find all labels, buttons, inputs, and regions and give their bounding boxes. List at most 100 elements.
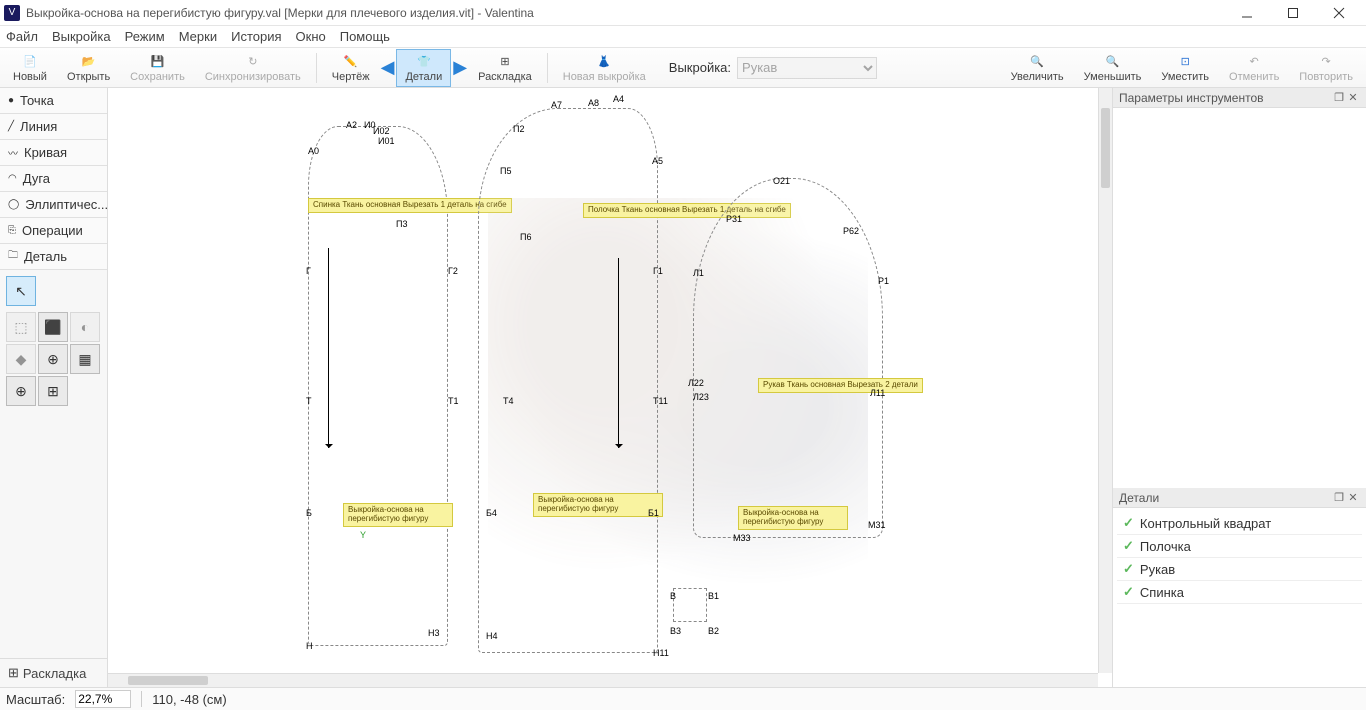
pt-Т: Т <box>306 396 312 406</box>
pt-М31: М31 <box>868 520 886 530</box>
pt-Р1: Р1 <box>878 276 889 286</box>
menu-measures[interactable]: Мерки <box>179 29 217 44</box>
label-desc3: Выкройка-основа на перегибистую фигуру <box>738 506 848 530</box>
maximize-button[interactable] <box>1270 0 1316 26</box>
detail-tool-3[interactable]: ◐ <box>70 312 100 342</box>
detail-item[interactable]: ✓Рукав <box>1117 558 1362 581</box>
horizontal-scrollbar[interactable] <box>108 673 1098 687</box>
properties-panel: Параметры инструментов ❐ ✕ Детали ❐ ✕ ✓К… <box>1112 88 1366 687</box>
undo-button[interactable]: ↶Отменить <box>1220 49 1288 87</box>
arrow-right-icon: ▶ <box>453 57 467 78</box>
detail-item[interactable]: ✓Спинка <box>1117 581 1362 604</box>
pt-Т1: Т1 <box>448 396 459 406</box>
menu-pattern[interactable]: Выкройка <box>52 29 111 44</box>
check-icon: ✓ <box>1123 515 1134 531</box>
scale-label: Масштаб: <box>6 692 65 707</box>
check-icon: ✓ <box>1123 584 1134 600</box>
detail-tool-2[interactable]: ⬛ <box>38 312 68 342</box>
label-rukav: Рукав Ткань основная Вырезать 2 детали <box>758 378 923 393</box>
sync-button[interactable]: ↻Синхронизировать <box>196 49 310 87</box>
new-button[interactable]: 📄Новый <box>4 49 56 87</box>
cat-detail[interactable]: 🗀Деталь <box>0 244 107 270</box>
pt-А4: А4 <box>613 94 624 104</box>
dock-close-button[interactable]: ✕ <box>1346 491 1360 504</box>
separator <box>547 53 548 83</box>
close-button[interactable] <box>1316 0 1362 26</box>
detail-tool-1[interactable]: ⬚ <box>6 312 36 342</box>
pattern-selector: Выкройка: Рукав <box>669 57 877 79</box>
detail-item[interactable]: ✓Полочка <box>1117 535 1362 558</box>
minimize-button[interactable] <box>1224 0 1270 26</box>
layout-link[interactable]: ⊞Раскладка <box>0 658 107 687</box>
pt-Н3: Н3 <box>428 628 440 638</box>
menu-history[interactable]: История <box>231 29 281 44</box>
zoom-fit-button[interactable]: ⊡Уместить <box>1152 49 1218 87</box>
details-mode-button[interactable]: 👕Детали <box>396 49 451 87</box>
detail-tool-5[interactable]: ⊕ <box>38 344 68 374</box>
detail-item[interactable]: ✓Контрольный квадрат <box>1117 512 1362 535</box>
pt-П5: П5 <box>500 166 511 176</box>
scroll-thumb[interactable] <box>1101 108 1110 188</box>
pointer-tool[interactable]: ↖ <box>6 276 36 306</box>
scale-input[interactable] <box>75 690 131 708</box>
pt-Р31: Р31 <box>726 214 742 224</box>
layout-mode-button[interactable]: ⊞Раскладка <box>469 49 541 87</box>
open-button[interactable]: 📂Открыть <box>58 49 119 87</box>
zoom-out-icon: 🔍 <box>1106 53 1120 71</box>
detail-tool-7[interactable]: ⊕ <box>6 376 36 406</box>
pattern-piece-square <box>673 588 707 622</box>
dock-close-button[interactable]: ✕ <box>1346 91 1360 104</box>
window-title: Выкройка-основа на перегибистую фигуру.v… <box>26 6 1224 20</box>
drawing-canvas[interactable]: Спинка Ткань основная Вырезать 1 деталь … <box>108 88 1098 673</box>
detail-tool-8[interactable]: ⊞ <box>38 376 68 406</box>
detail-tool-4[interactable]: ◆ <box>6 344 36 374</box>
drawing-mode-button[interactable]: ✏️Чертёж <box>323 49 379 87</box>
zoom-out-button[interactable]: 🔍Уменьшить <box>1075 49 1151 87</box>
save-button[interactable]: 💾Сохранить <box>121 49 194 87</box>
cat-ellipse[interactable]: ◯Эллиптичес... <box>0 192 107 218</box>
cat-curve[interactable]: 〰Кривая <box>0 140 107 166</box>
pt-Б4: Б4 <box>486 508 497 518</box>
save-icon: 💾 <box>151 53 165 71</box>
pt-А0: А0 <box>308 146 319 156</box>
pt-А5: А5 <box>652 156 663 166</box>
pt-А2: А2 <box>346 120 357 130</box>
pt-Т4: Т4 <box>503 396 514 406</box>
scroll-thumb[interactable] <box>128 676 208 685</box>
pencil-icon: ✏️ <box>344 53 358 71</box>
pt-Б1: Б1 <box>648 508 659 518</box>
tool-panel: ●Точка ╱Линия 〰Кривая ◠Дуга ◯Эллиптичес.… <box>0 88 108 687</box>
coords-readout: 110, -48 (см) <box>152 692 226 707</box>
menu-mode[interactable]: Режим <box>125 29 165 44</box>
dock-float-button[interactable]: ❐ <box>1332 91 1346 104</box>
tool-palette: ↖ ⬚ ⬛ ◐ ◆ ⊕ ▦ ⊕ ⊞ <box>0 270 107 412</box>
pt-И02: И02 <box>373 126 389 136</box>
pt-А7: А7 <box>551 100 562 110</box>
new-pattern-button[interactable]: 👗Новая выкройка <box>554 49 655 87</box>
pt-П6: П6 <box>520 232 531 242</box>
vertical-scrollbar[interactable] <box>1098 88 1112 673</box>
statusbar: Масштаб: 110, -48 (см) <box>0 687 1366 710</box>
dock-float-button[interactable]: ❐ <box>1332 491 1346 504</box>
grainline-front <box>618 258 619 448</box>
check-icon: ✓ <box>1123 538 1134 554</box>
window-controls <box>1224 0 1362 26</box>
pt-Л22: Л22 <box>688 378 704 388</box>
pattern-dropdown[interactable]: Рукав <box>737 57 877 79</box>
dock-title: Параметры инструментов <box>1119 91 1264 105</box>
titlebar: V Выкройка-основа на перегибистую фигуру… <box>0 0 1366 26</box>
pt-Б: Б <box>306 508 312 518</box>
zoom-in-button[interactable]: 🔍Увеличить <box>1002 49 1073 87</box>
menu-window[interactable]: Окно <box>296 29 326 44</box>
redo-button[interactable]: ↷Повторить <box>1290 49 1362 87</box>
cat-point[interactable]: ●Точка <box>0 88 107 114</box>
pt-П2: П2 <box>513 124 524 134</box>
detail-tool-6[interactable]: ▦ <box>70 344 100 374</box>
folder-icon: 🗀 <box>8 248 18 265</box>
cat-arc[interactable]: ◠Дуга <box>0 166 107 192</box>
menu-help[interactable]: Помощь <box>340 29 390 44</box>
menu-file[interactable]: Файл <box>6 29 38 44</box>
cat-operations[interactable]: ⎘Операции <box>0 218 107 244</box>
cat-line[interactable]: ╱Линия <box>0 114 107 140</box>
separator <box>316 53 317 83</box>
